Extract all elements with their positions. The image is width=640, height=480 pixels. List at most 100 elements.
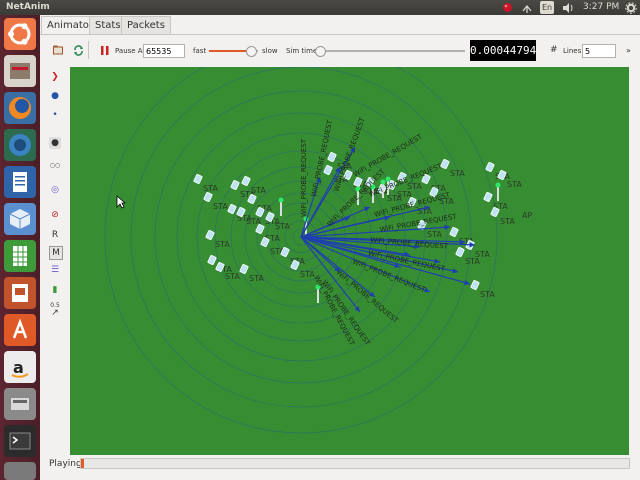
sta-node-icon (193, 174, 203, 184)
node-size-icon[interactable]: ● (49, 137, 61, 149)
app-title: NetAnim (6, 2, 50, 12)
reload-icon[interactable] (73, 45, 84, 56)
lines-label: Lines (563, 47, 582, 55)
sta-node-label: STA (450, 169, 465, 178)
reset-r-button[interactable]: R (49, 229, 61, 241)
packet-label: WiFi_PROBE_REQUEST (300, 138, 308, 217)
properties-icon[interactable]: ○○ (49, 159, 61, 171)
battery-icon[interactable]: ▮ (49, 284, 61, 296)
writer-document-icon[interactable] (4, 166, 36, 198)
clock[interactable]: 3:27 PM (583, 2, 619, 12)
sta-node-label: STA (213, 202, 228, 211)
pointer-icon[interactable]: ↗ (49, 307, 61, 319)
tab-bar: Animator Stats Packets (40, 15, 640, 35)
sta-node-icon (241, 176, 251, 186)
sta-node-icon (205, 230, 215, 240)
sta-node-label: STA (500, 217, 515, 226)
sta-node-label: STA (407, 182, 422, 191)
sta-node-icon (203, 192, 213, 202)
mouse-cursor-icon (116, 195, 127, 212)
sta-node-label: STA (215, 240, 230, 249)
app-store-a-icon[interactable] (4, 314, 36, 346)
sta-node-label: STA (251, 186, 266, 195)
ap-indicator-icon (278, 197, 284, 203)
toolbar-separator (88, 41, 89, 59)
lines-spinbox[interactable] (582, 44, 616, 58)
software-center-cube-icon[interactable] (4, 203, 36, 235)
sta-node-label: STA (275, 222, 290, 231)
packet-arrowhead (452, 268, 458, 274)
terminal-icon[interactable] (4, 425, 36, 457)
netanim-window: Animator Stats Packets Pause At fast slo… (40, 15, 640, 480)
ap-indicator-icon (385, 176, 391, 182)
amazon-icon[interactable]: a (4, 351, 36, 383)
network-icon[interactable] (520, 1, 534, 14)
sta-node-icon (485, 162, 495, 172)
volume-icon[interactable] (561, 1, 575, 14)
files-icon[interactable] (4, 55, 36, 87)
ubuntu-dash-icon[interactable] (4, 18, 36, 50)
sta-node-label: STA (249, 274, 264, 283)
mobility-m-button[interactable]: M (49, 246, 63, 260)
zoom-out-icon[interactable]: • (49, 109, 61, 121)
pause-at-label: Pause At (115, 47, 146, 55)
system-settings-icon[interactable] (4, 388, 36, 420)
trash-icon[interactable] (4, 462, 36, 480)
fast-forward-icon[interactable]: ❯ (49, 71, 61, 83)
packet-filter-icon[interactable]: ◎ (49, 184, 61, 196)
grid-lines-icon: # (550, 45, 558, 55)
record-indicator-icon[interactable] (500, 1, 514, 14)
sta-node-icon (230, 180, 240, 190)
sim-time-display: 0.00044794 (470, 40, 536, 61)
ap-indicator-icon (495, 182, 501, 188)
slow-label: slow (262, 47, 278, 55)
packet-label: WiFi_PROBE_REQUEST (352, 132, 424, 178)
tool-sidebar: ❯ ● • ● ○○ ◎ ⊘ R M ☰ ▮ 0.5 ↗ (40, 65, 70, 455)
browser-globe-icon[interactable] (4, 129, 36, 161)
sta-node-label: STA (203, 184, 218, 193)
progress-bar (80, 458, 630, 469)
sta-node-label: STA (475, 250, 490, 259)
svg-text:a: a (13, 358, 24, 377)
range-circle (104, 67, 498, 434)
speed-slider-handle[interactable] (246, 46, 257, 57)
sta-node-icon (470, 280, 480, 290)
pause-icon[interactable] (101, 46, 109, 55)
sim-time-slider[interactable] (315, 46, 465, 57)
firefox-icon[interactable] (4, 92, 36, 124)
sim-time-slider-handle[interactable] (315, 46, 326, 57)
sta-node-icon (455, 247, 465, 257)
speed-slider[interactable] (209, 46, 258, 57)
ap-node-label: AP (522, 211, 532, 220)
settings-gear-icon[interactable] (624, 1, 638, 14)
launcher: a (0, 15, 40, 480)
sta-node-icon (207, 255, 217, 265)
packet-arrowhead (444, 224, 450, 230)
sta-node-label: STA (427, 230, 442, 239)
sta-node-icon (327, 152, 337, 162)
calc-spreadsheet-icon[interactable] (4, 240, 36, 272)
animation-canvas[interactable]: STA STA STA STA STA STA STA STA STA STA STA STA STA S… (70, 67, 629, 455)
tab-packets[interactable]: Packets (121, 16, 171, 34)
list-icon[interactable]: ☰ (49, 264, 61, 276)
sta-node-label: STA (225, 272, 240, 281)
status-text: Playing (49, 459, 82, 469)
network-scene: STASTASTASTASTASTASTA STASTASTASTA STASTAS… (104, 67, 532, 434)
no-entry-icon[interactable]: ⊘ (49, 209, 61, 221)
pause-at-input[interactable] (143, 44, 185, 58)
sta-node-label: STA (507, 180, 522, 189)
sta-node-label: STA (480, 290, 495, 299)
animator-toolbar: Pause At fast slow Sim time 0.00044794 #… (40, 35, 640, 65)
impress-presentation-icon[interactable] (4, 277, 36, 309)
sta-node-icon (483, 192, 493, 202)
fast-label: fast (193, 47, 207, 55)
keyboard-layout-indicator[interactable]: En (540, 1, 554, 14)
sim-time-label: Sim time (286, 47, 318, 55)
sta-node-icon (449, 227, 459, 237)
zoom-in-icon[interactable]: ● (49, 90, 61, 102)
progress-fill (81, 459, 84, 468)
toolbar-overflow-chevron-icon[interactable]: » (626, 46, 631, 55)
system-top-bar: NetAnim En 3:27 PM (0, 0, 640, 15)
open-file-icon[interactable] (53, 45, 63, 55)
sta-node-label: STA (397, 190, 412, 199)
